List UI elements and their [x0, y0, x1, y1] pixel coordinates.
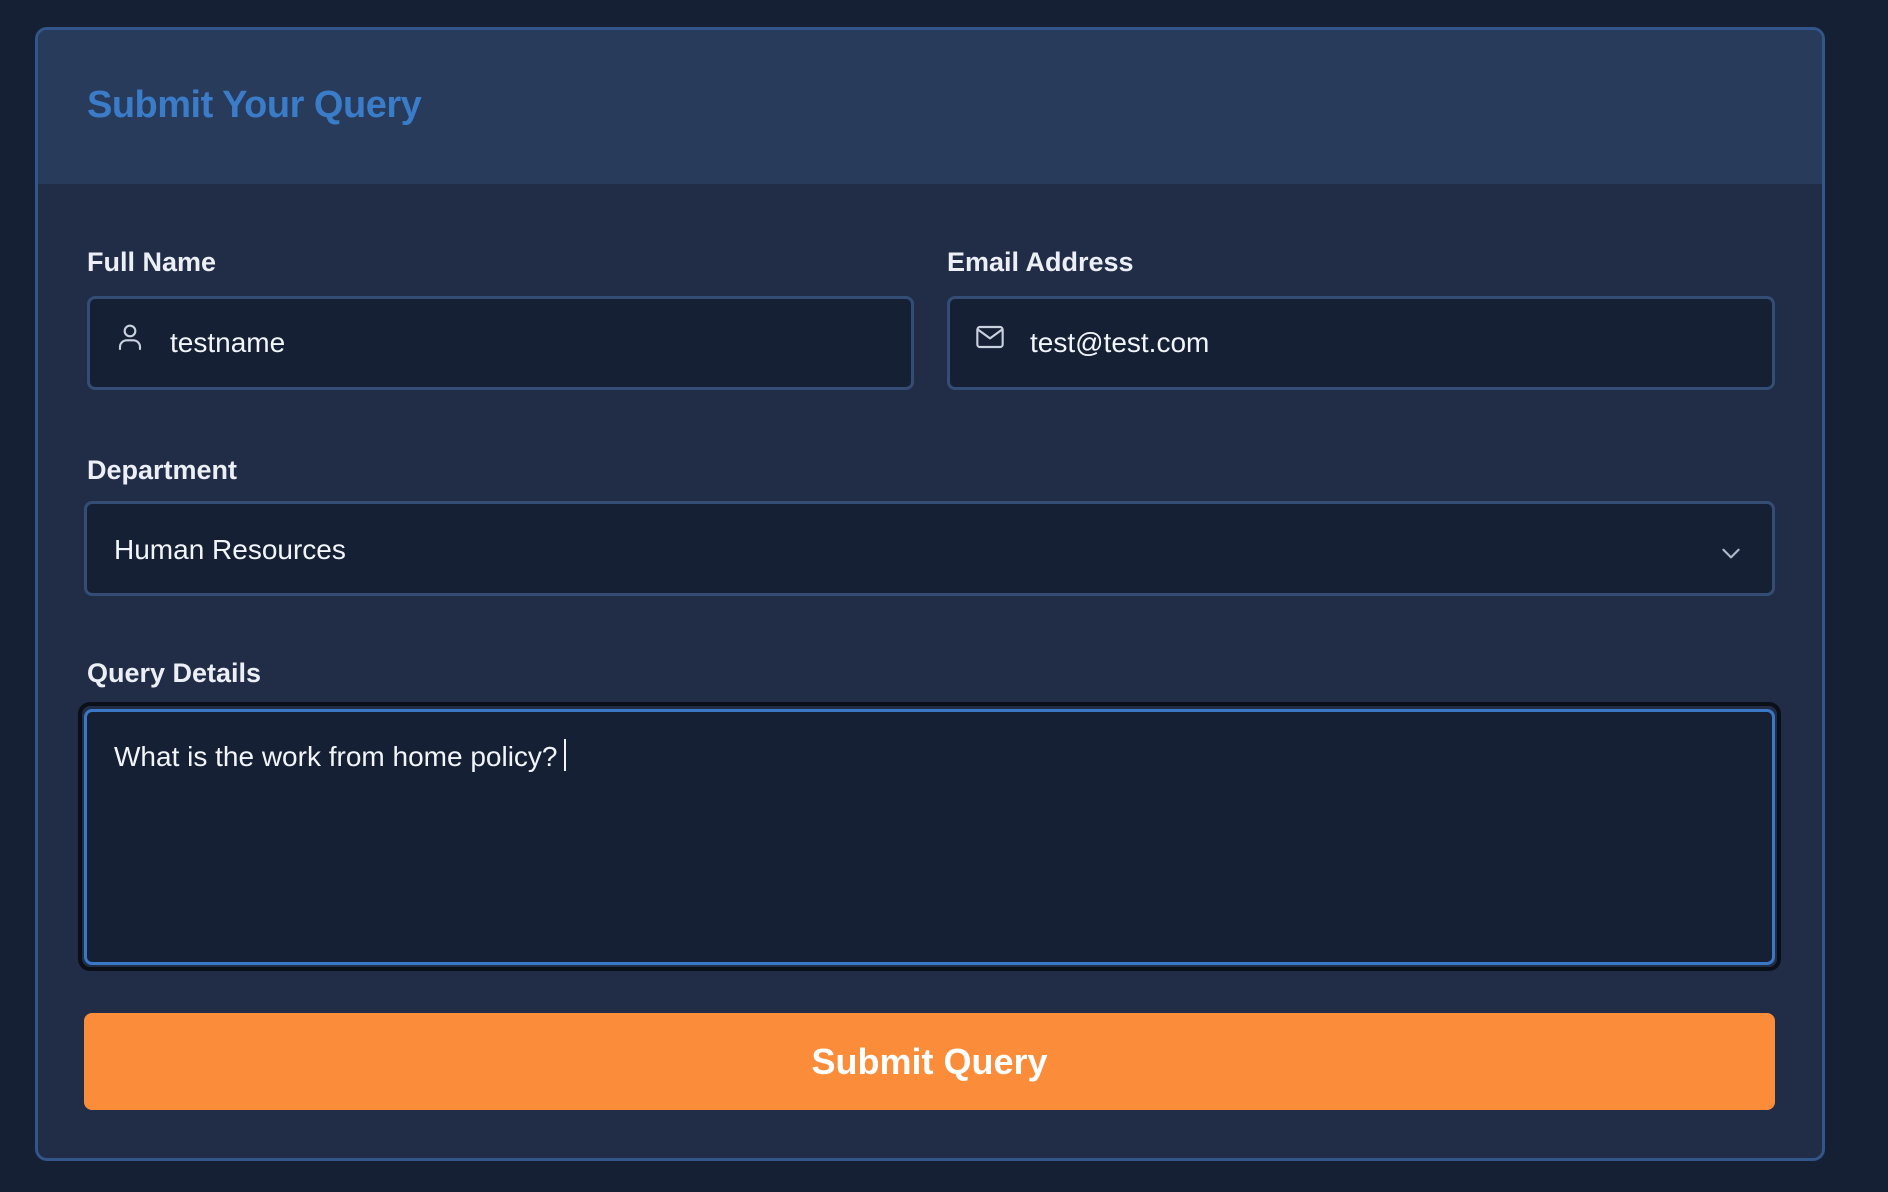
department-select[interactable]: Human Resources — [84, 501, 1775, 596]
email-value: test@test.com — [1030, 327, 1210, 358]
submit-query-button[interactable]: Submit Query — [84, 1013, 1775, 1110]
query-details-label: Query Details — [87, 658, 262, 688]
query-details-text: What is the work from home policy? — [114, 741, 558, 772]
query-details-textarea[interactable]: What is the work from home policy? — [84, 709, 1775, 965]
form-title: Submit Your Query — [87, 84, 422, 126]
email-input[interactable]: test@test.com — [947, 296, 1775, 390]
department-selected-value: Human Resources — [114, 534, 346, 565]
mail-icon — [976, 325, 1004, 349]
query-details-value: What is the work from home policy? — [114, 739, 566, 774]
full-name-value: testname — [170, 327, 286, 358]
department-label: Department — [87, 455, 238, 485]
email-label: Email Address — [947, 247, 1134, 277]
full-name-input[interactable]: testname — [87, 296, 914, 390]
card-header: Submit Your Query — [38, 30, 1822, 184]
chevron-down-icon[interactable] — [1718, 540, 1744, 566]
user-icon — [118, 324, 142, 351]
full-name-label: Full Name — [87, 247, 217, 277]
text-cursor — [563, 739, 566, 771]
